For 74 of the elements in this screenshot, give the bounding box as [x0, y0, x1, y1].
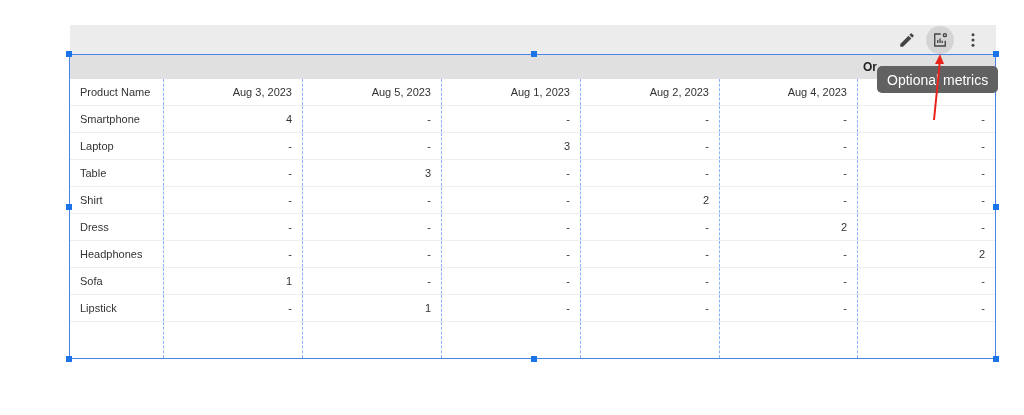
table-cell: Dress: [70, 214, 164, 240]
table-cell: 2: [581, 187, 720, 213]
table-cell: -: [164, 133, 303, 159]
table-cell: -: [581, 133, 720, 159]
table-cell: 2: [720, 214, 858, 240]
table-cell: -: [720, 106, 858, 132]
table-cell: -: [442, 160, 581, 186]
table-cell: 1: [303, 295, 442, 321]
table-cell: -: [303, 187, 442, 213]
table-cell: -: [581, 241, 720, 267]
column-header: Product Name: [70, 79, 164, 105]
table-cell: -: [581, 214, 720, 240]
table-cell-text: -: [980, 166, 986, 181]
table-cell: 3: [303, 160, 442, 186]
resize-handle[interactable]: [993, 51, 999, 57]
table-cell: Table: [70, 160, 164, 186]
table-cell: -: [164, 214, 303, 240]
table-cell: -: [581, 106, 720, 132]
optional-metrics-button[interactable]: [926, 26, 954, 54]
table-cell: -: [442, 241, 581, 267]
column-header: Aug 1, 2023: [442, 79, 581, 105]
table-cell: -: [581, 268, 720, 294]
table-cell-text: -: [980, 274, 986, 289]
column-header: Aug 2, 2023: [581, 79, 720, 105]
table-cell: -: [303, 268, 442, 294]
table-cell: -: [164, 295, 303, 321]
table-cell-text: 2: [977, 247, 986, 262]
table-cell: -: [442, 268, 581, 294]
table-cell-text: -: [980, 220, 986, 235]
table-cell: -: [720, 268, 858, 294]
column-header: Aug 5, 2023: [303, 79, 442, 105]
table-cell-text: -: [980, 301, 986, 316]
table-cell: Smartphone: [70, 106, 164, 132]
table-cell: -: [720, 160, 858, 186]
column-header: Aug 4, 2023: [720, 79, 858, 105]
table-cell: -: [442, 295, 581, 321]
resize-handle[interactable]: [993, 356, 999, 362]
resize-handle[interactable]: [66, 356, 72, 362]
chart-settings-icon: [931, 31, 949, 49]
table-cell: Sofa: [70, 268, 164, 294]
table-cell: -: [720, 187, 858, 213]
table-cell: -: [303, 241, 442, 267]
table-cell-text: -: [980, 139, 986, 154]
column-header: Aug 3, 2023: [164, 79, 303, 105]
table-cell: -: [303, 133, 442, 159]
table-cell: -: [581, 160, 720, 186]
resize-handle[interactable]: [531, 51, 537, 57]
table-cell: -: [720, 241, 858, 267]
resize-handle[interactable]: [66, 204, 72, 210]
header-band-title: Or: [863, 60, 877, 74]
table-cell: Headphones: [70, 241, 164, 267]
table-cell: -: [164, 160, 303, 186]
table-cell: -: [720, 295, 858, 321]
table-cell: -: [442, 187, 581, 213]
table-cell: -: [303, 214, 442, 240]
table-cell-text: -: [980, 193, 986, 208]
table-cell: 1: [164, 268, 303, 294]
table-cell-text: -: [980, 112, 986, 127]
table-cell: -: [164, 187, 303, 213]
pencil-icon[interactable]: [898, 31, 916, 49]
resize-handle[interactable]: [993, 204, 999, 210]
table-cell: -: [303, 106, 442, 132]
table-cell: -: [581, 295, 720, 321]
resize-handle[interactable]: [66, 51, 72, 57]
table-cell: Laptop: [70, 133, 164, 159]
table-cell: -: [442, 214, 581, 240]
table-cell: 3: [442, 133, 581, 159]
table-chart[interactable]: [69, 54, 996, 359]
table-cell: 4: [164, 106, 303, 132]
resize-handle[interactable]: [531, 356, 537, 362]
table-cell: -: [164, 241, 303, 267]
table-cell: -: [720, 133, 858, 159]
table-cell: -: [442, 106, 581, 132]
table-cell: Lipstick: [70, 295, 164, 321]
